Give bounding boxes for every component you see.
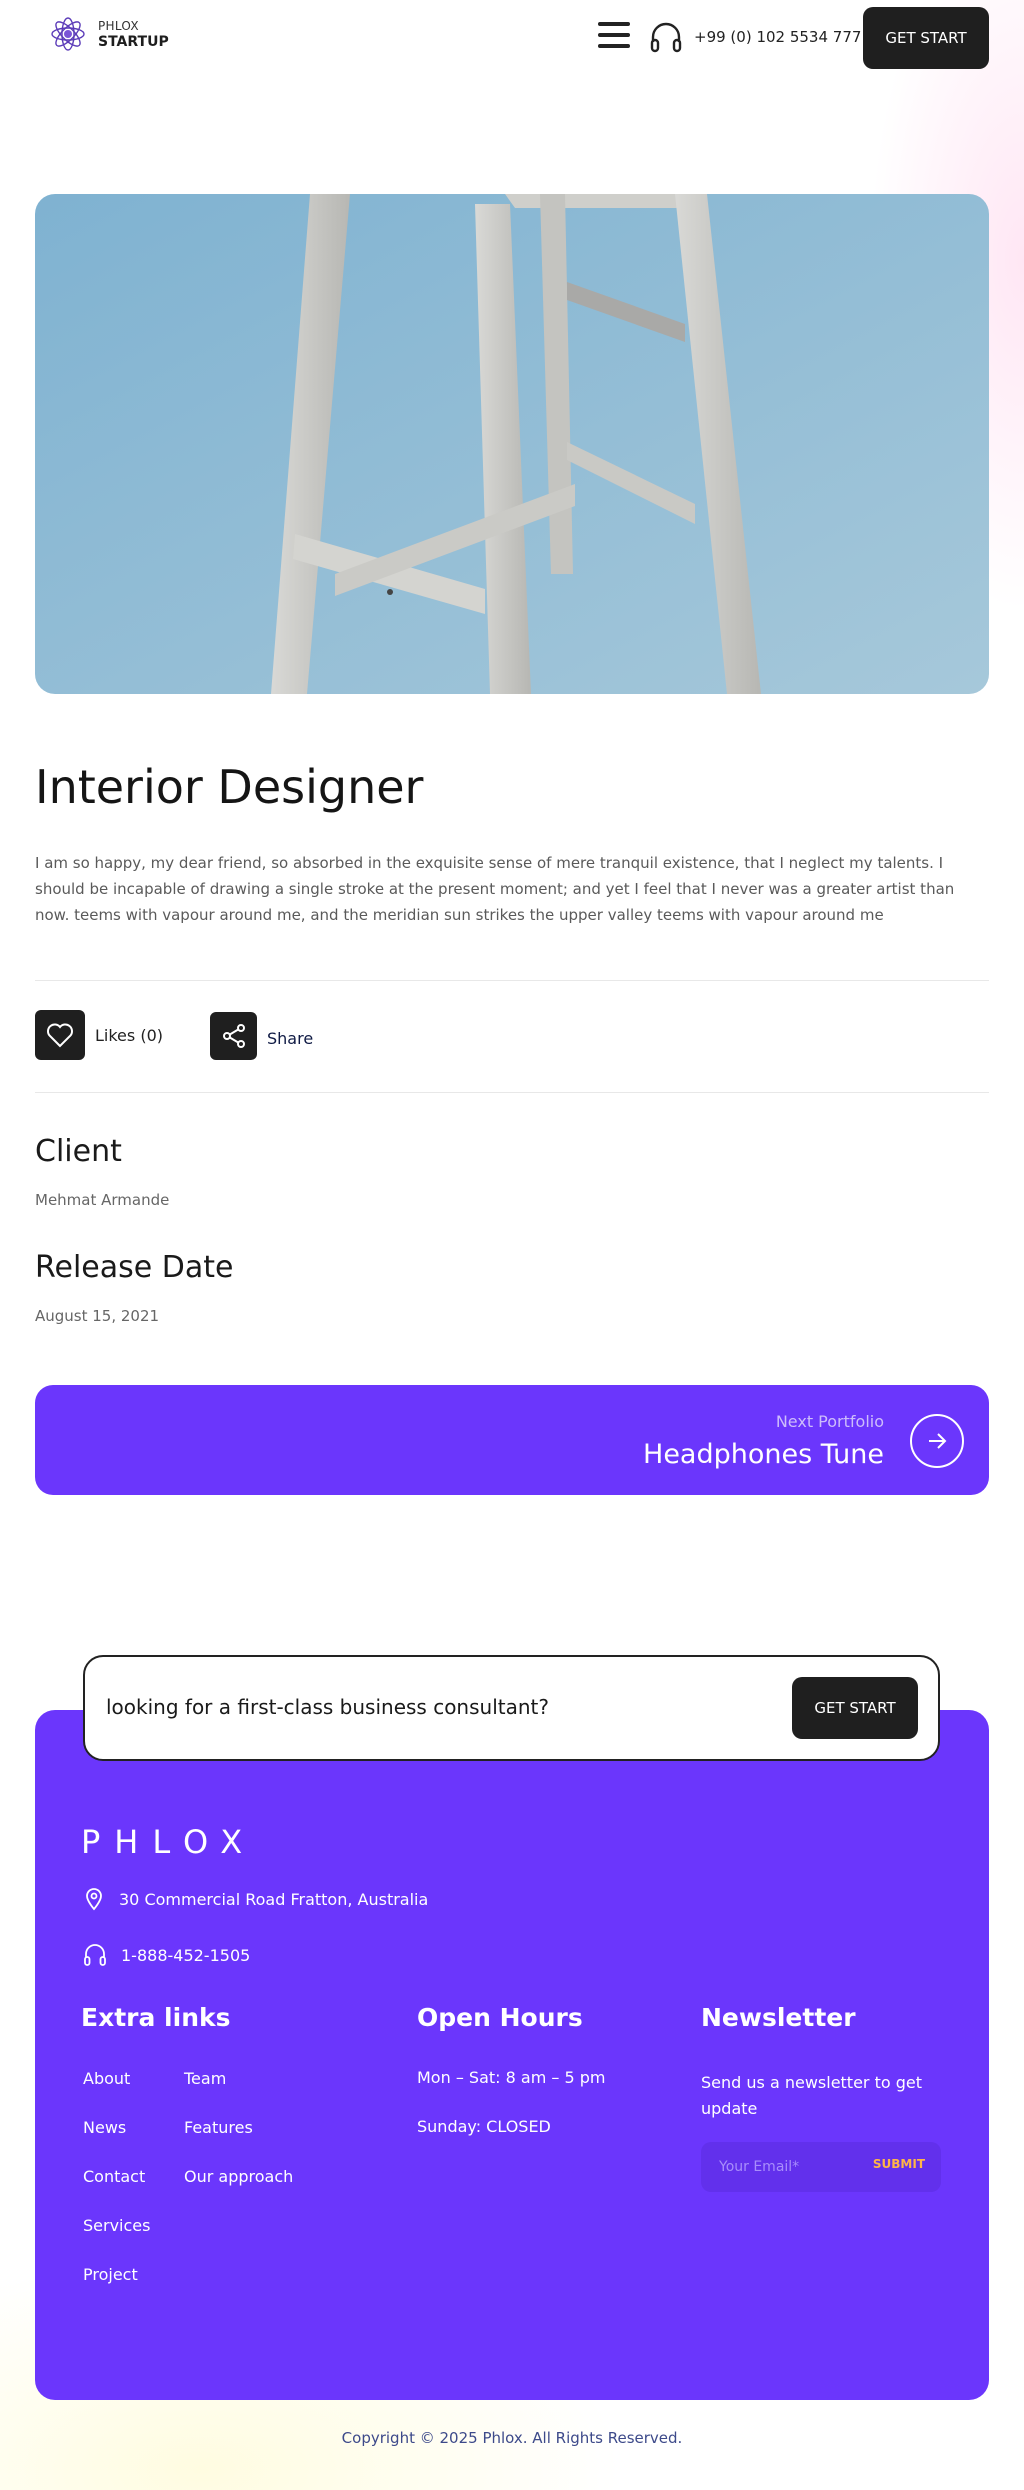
footer-link-our-approach[interactable]: Our approach bbox=[184, 2167, 293, 2186]
get-start-button[interactable]: GET START bbox=[863, 7, 989, 69]
cta-get-start-button[interactable]: GET START bbox=[792, 1677, 918, 1739]
footer-brand-logo[interactable]: PHLOX bbox=[81, 1823, 256, 1861]
divider bbox=[35, 980, 989, 981]
map-pin-icon bbox=[86, 1888, 102, 1911]
hamburger-bar bbox=[598, 44, 630, 48]
hamburger-menu-button[interactable] bbox=[598, 22, 630, 52]
footer-address: 30 Commercial Road Fratton, Australia bbox=[83, 1887, 428, 1911]
logo-wordmark: PHLOX STARTUP bbox=[98, 18, 169, 50]
footer-link-services[interactable]: Services bbox=[83, 2216, 150, 2235]
newsletter-email-input[interactable] bbox=[719, 2154, 859, 2180]
site-logo[interactable]: PHLOX STARTUP bbox=[46, 12, 169, 56]
open-hours-heading: Open Hours bbox=[417, 2003, 583, 2032]
stool-photo bbox=[35, 194, 989, 694]
logo-line-1: PHLOX bbox=[98, 19, 139, 33]
newsletter-form: SUBMIT bbox=[701, 2142, 941, 2192]
like-button[interactable] bbox=[35, 1010, 85, 1060]
hamburger-bar bbox=[598, 33, 630, 37]
headphones-icon bbox=[84, 1944, 106, 1966]
copyright-text: Copyright © 2025 Phlox. All Rights Reser… bbox=[341, 2429, 683, 2447]
hours-weekday: Mon – Sat: 8 am – 5 pm bbox=[417, 2068, 606, 2087]
footer-link-features[interactable]: Features bbox=[184, 2118, 253, 2137]
footer-link-team[interactable]: Team bbox=[184, 2069, 226, 2088]
extra-links-heading: Extra links bbox=[81, 2003, 231, 2032]
share-icon bbox=[222, 1024, 245, 1048]
footer-phone: 1-888-452-1505 bbox=[83, 1943, 250, 1967]
headphones-icon bbox=[650, 22, 682, 53]
portfolio-title: Interior Designer bbox=[35, 760, 424, 814]
newsletter-heading: Newsletter bbox=[701, 2003, 856, 2032]
release-date-value: August 15, 2021 bbox=[35, 1307, 160, 1325]
divider bbox=[35, 1092, 989, 1093]
lotus-logo-icon bbox=[51, 17, 85, 51]
footer-link-contact[interactable]: Contact bbox=[83, 2167, 145, 2186]
newsletter-text: Send us a newsletter to get update bbox=[701, 2073, 923, 2118]
site-footer bbox=[35, 1710, 989, 2400]
portfolio-hero-image bbox=[35, 194, 989, 694]
phone-text[interactable]: 1-888-452-1505 bbox=[121, 1946, 250, 1965]
cta-banner: looking for a first-class business consu… bbox=[83, 1655, 940, 1761]
footer-link-news[interactable]: News bbox=[83, 2118, 126, 2137]
arrow-right-icon bbox=[929, 1433, 947, 1449]
next-portfolio-card[interactable]: Next Portfolio Headphones Tune bbox=[35, 1385, 989, 1495]
client-value: Mehmat Armande bbox=[35, 1191, 170, 1209]
hours-sunday: Sunday: CLOSED bbox=[417, 2117, 551, 2136]
header-phone-number[interactable]: +99 (0) 102 5534 777 bbox=[694, 28, 861, 46]
heart-icon bbox=[47, 1023, 73, 1048]
address-text: 30 Commercial Road Fratton, Australia bbox=[119, 1889, 429, 1909]
footer-link-project[interactable]: Project bbox=[83, 2265, 138, 2284]
share-link[interactable]: Share bbox=[267, 1029, 313, 1048]
next-portfolio-title: Headphones Tune bbox=[643, 1439, 884, 1470]
likes-count: Likes (0) bbox=[95, 1026, 163, 1045]
portfolio-description: I am so happy, my dear friend, so absorb… bbox=[35, 854, 955, 924]
client-heading: Client bbox=[35, 1134, 122, 1169]
share-button[interactable] bbox=[210, 1012, 257, 1060]
hamburger-icon bbox=[598, 22, 630, 26]
release-date-heading: Release Date bbox=[35, 1250, 234, 1285]
logo-line-2: STARTUP bbox=[98, 34, 169, 50]
next-arrow-button[interactable] bbox=[910, 1414, 964, 1468]
cta-text: looking for a first-class business consu… bbox=[106, 1695, 549, 1719]
footer-link-about[interactable]: About bbox=[83, 2069, 130, 2088]
newsletter-submit-button[interactable]: SUBMIT bbox=[873, 2157, 925, 2171]
next-portfolio-label: Next Portfolio bbox=[775, 1412, 884, 1431]
site-header: PHLOX STARTUP +99 (0) 102 5534 777 GET S… bbox=[0, 0, 1024, 76]
